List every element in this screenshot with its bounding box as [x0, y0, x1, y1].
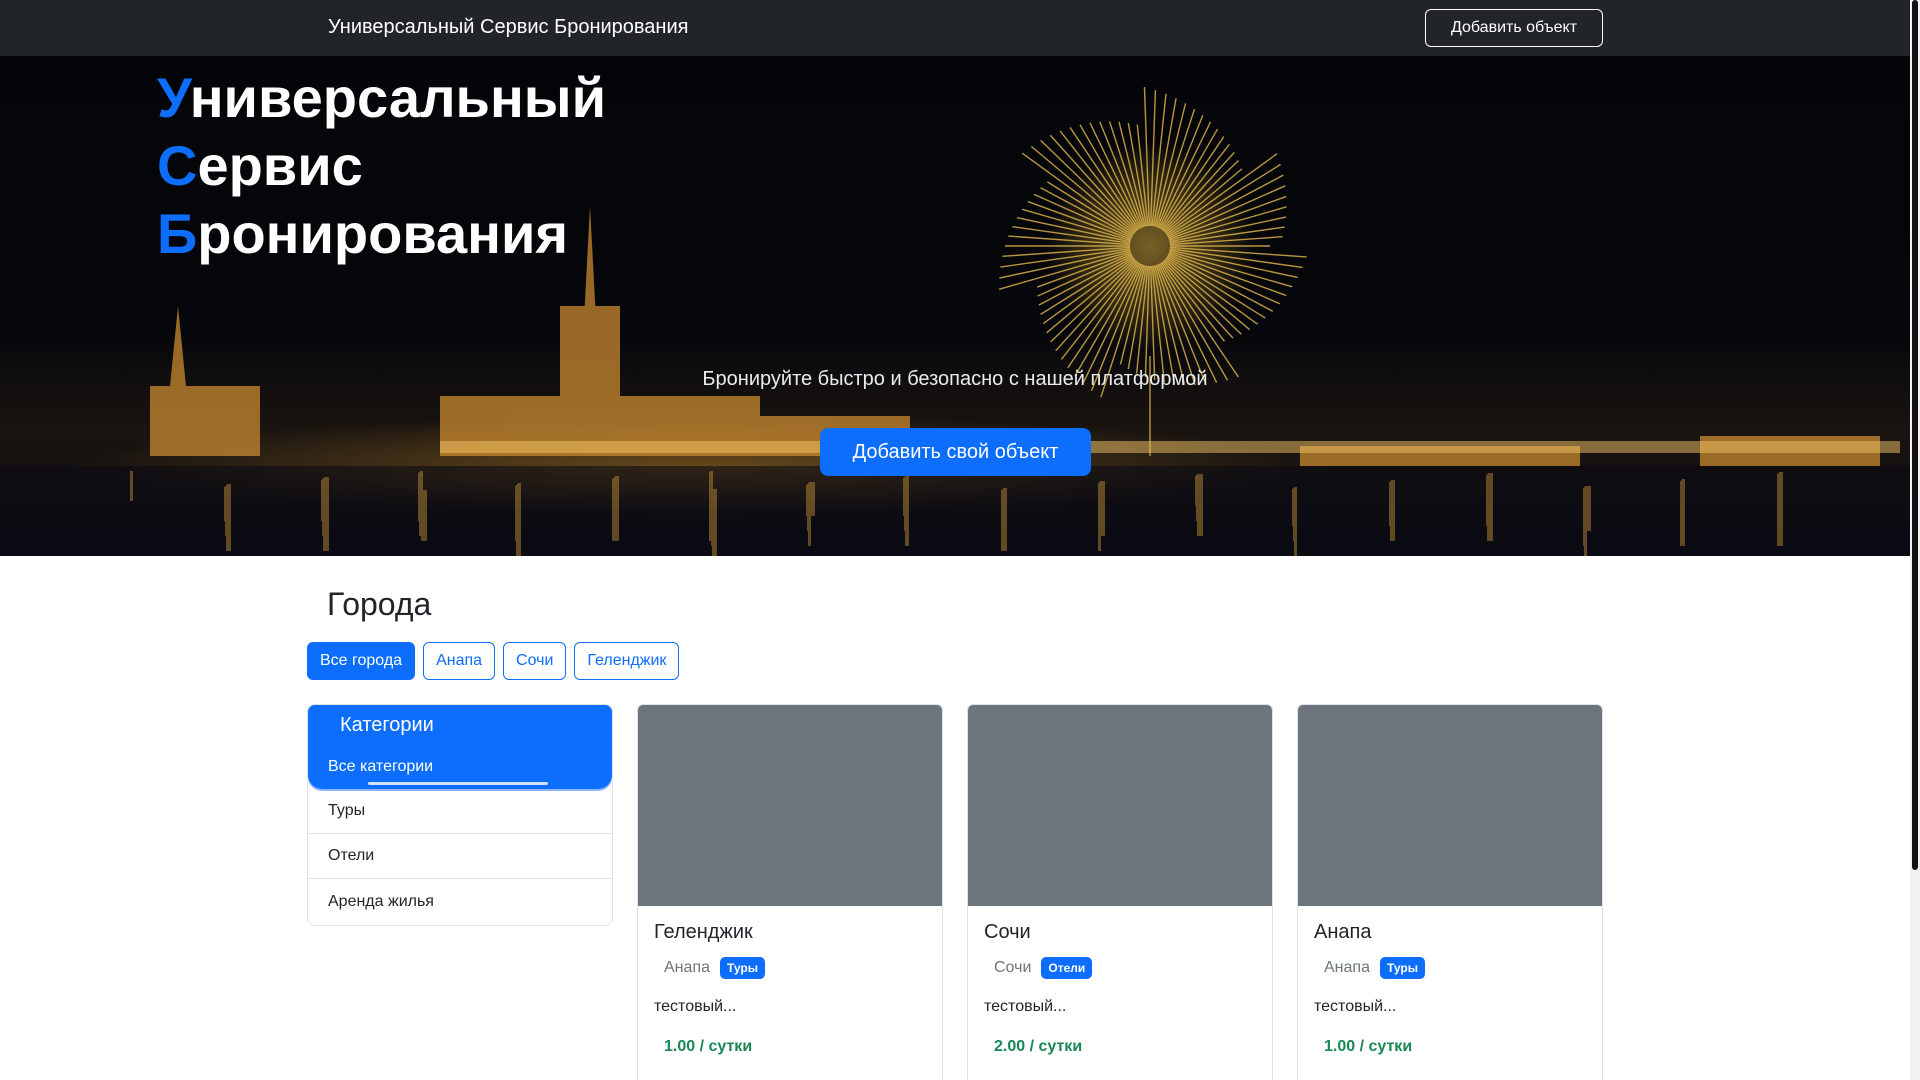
water-reflection	[515, 486, 521, 541]
listing-title: Анапа	[1314, 921, 1372, 943]
listing-category-badge: Туры	[1379, 957, 1425, 979]
categories-panel: Категории Все категории Туры Отели Аренд…	[307, 704, 613, 926]
water-reflection	[806, 485, 811, 516]
firework-ray	[1099, 121, 1144, 228]
listing-title: Сочи	[984, 921, 1031, 943]
water-reflection	[1098, 483, 1101, 551]
water-reflection	[130, 471, 133, 501]
hero-banner: Универсальный Сервис Бронирования Бронир…	[0, 56, 1910, 556]
firework-ray	[1154, 103, 1187, 227]
listing-card[interactable]: Геленджик Анапа Туры тестовый... 1.00 / …	[637, 704, 943, 1080]
hero-title-rest: ниверсальный	[189, 66, 607, 129]
firework-ray	[1163, 160, 1239, 233]
listing-description: тестовый...	[1314, 998, 1397, 1015]
listing-description: тестовый...	[984, 998, 1067, 1015]
firework-ray	[1154, 265, 1186, 385]
category-item-all[interactable]: Все категории	[308, 745, 612, 789]
listing-category-badge: Отели	[1041, 957, 1093, 979]
listing-city: Анапа	[664, 959, 710, 976]
listing-city: Сочи	[994, 959, 1032, 976]
listing-price: 1.00 / сутки	[1324, 1038, 1413, 1055]
water-reflection	[903, 478, 909, 516]
navbar-brand[interactable]: Универсальный Сервис Бронирования	[328, 16, 688, 39]
firework-ray	[1040, 187, 1133, 238]
firework-ray	[1156, 264, 1207, 385]
firework-ray	[1163, 259, 1242, 335]
hero-title-initial: У	[157, 66, 190, 129]
categories-header: Категории	[308, 705, 612, 745]
firework-ray	[1127, 122, 1148, 227]
water-reflection	[1195, 476, 1199, 506]
category-item-hotels[interactable]: Отели	[308, 834, 612, 879]
listing-image-placeholder	[968, 705, 1272, 906]
add-own-object-label: Добавить свой объект	[852, 440, 1059, 463]
firework-ray	[1156, 115, 1204, 228]
add-object-button[interactable]: Добавить объект	[1425, 9, 1603, 47]
water-reflection	[1777, 474, 1783, 546]
water-reflection	[224, 487, 227, 521]
category-item-rentals[interactable]: Аренда жилья	[308, 879, 612, 924]
scrollbar-thumb[interactable]	[1912, 0, 1918, 870]
city-filter-sochi[interactable]: Сочи	[503, 642, 567, 680]
water-reflection	[1001, 490, 1007, 551]
hero-title-line: Универсальный	[157, 64, 606, 132]
hero-title-initial: С	[157, 134, 198, 197]
hero-title: Универсальный Сервис Бронирования	[157, 64, 606, 268]
listing-price: 2.00 / сутки	[994, 1038, 1083, 1055]
page-scrollbar[interactable]	[1910, 0, 1920, 1080]
listing-image-placeholder	[1298, 705, 1602, 906]
hero-title-line: Сервис	[157, 132, 606, 200]
water-reflection	[1583, 488, 1587, 546]
listing-category-badge: Туры	[719, 957, 765, 979]
city-filter-gelendzhik[interactable]: Геленджик	[574, 642, 680, 680]
water-reflection	[709, 472, 713, 541]
water-reflection	[1680, 481, 1685, 546]
top-navbar: Универсальный Сервис Бронирования Добави…	[0, 0, 1910, 56]
hero-title-line: Бронирования	[157, 200, 606, 268]
listing-title: Геленджик	[654, 921, 753, 943]
add-object-button-label: Добавить объект	[1450, 19, 1578, 36]
category-item-tours[interactable]: Туры	[308, 789, 612, 834]
water-reflection	[612, 479, 615, 541]
water-reflection	[1486, 475, 1489, 526]
water-reflection	[418, 473, 423, 521]
firework-ray	[1127, 265, 1148, 370]
listing-card[interactable]: Анапа Анапа Туры тестовый... 1.00 / сутк…	[1297, 704, 1603, 1080]
listing-meta: Сочи Отели	[994, 957, 1093, 979]
listing-image-placeholder	[638, 705, 942, 906]
hero-title-rest: ронирования	[197, 202, 569, 265]
firework-ray	[1168, 252, 1287, 297]
listing-card[interactable]: Сочи Сочи Отели тестовый... 2.00 / сутки	[967, 704, 1273, 1080]
hero-title-initial: Б	[157, 202, 198, 265]
city-filter-anapa[interactable]: Анапа	[423, 642, 496, 680]
add-own-object-button[interactable]: Добавить свой объект	[820, 428, 1091, 476]
city-filter-all[interactable]: Все города	[307, 642, 416, 680]
listing-price: 1.00 / сутки	[664, 1038, 753, 1055]
water-reflection	[321, 480, 325, 521]
hero-title-rest: ервис	[197, 134, 363, 197]
listing-city: Анапа	[1324, 959, 1370, 976]
listing-meta: Анапа Туры	[1324, 957, 1425, 979]
listing-description: тестовый...	[654, 998, 737, 1015]
hero-subtitle: Бронируйте быстро и безопасно с нашей пл…	[702, 368, 1208, 390]
city-filter-group: Все города Анапа Сочи Геленджик	[307, 642, 680, 680]
listing-meta: Анапа Туры	[664, 957, 765, 979]
water-reflection	[1389, 482, 1395, 526]
firework-ray	[1168, 195, 1287, 240]
cities-title: Города	[327, 586, 432, 622]
water-reflection	[1292, 489, 1297, 526]
